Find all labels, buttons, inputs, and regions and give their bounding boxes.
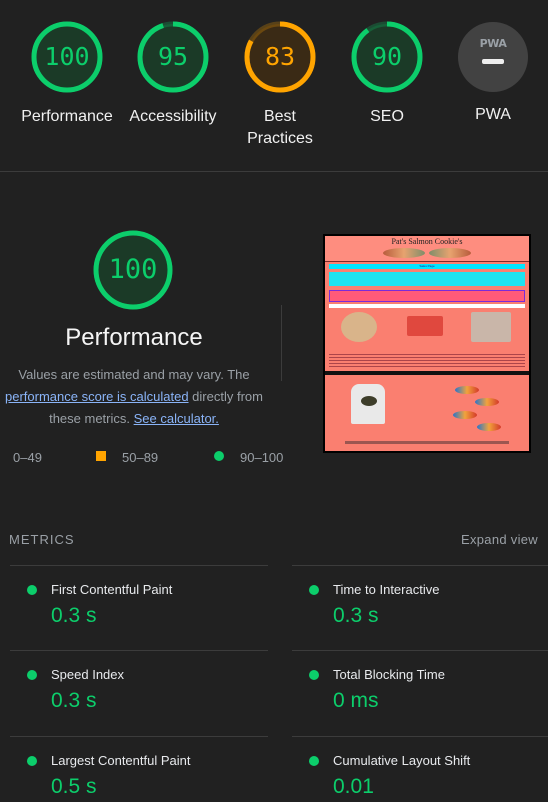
pwa-dash-icon [482,59,504,64]
gauge-label: Accessibility [129,108,217,125]
metric-name: Time to Interactive [333,582,440,597]
score-ring: 90 [350,20,424,94]
score-value: 100 [44,42,90,71]
score-calculated-link[interactable]: performance score is calculated [5,389,189,404]
score-value: 95 [157,42,189,71]
legend-average: 50–89 [122,450,159,465]
fish-art-image [475,398,499,406]
legend-fail: 0–49 [13,450,42,465]
screenshot-title: Pat's Salmon Cookie's [391,237,463,246]
score-legend: 0–49 50–89 90–100 [0,448,290,468]
pwa-badge: PWA [458,22,528,92]
score-ring: 83 [243,20,317,94]
screenshot-table [329,272,525,286]
metric-value: 0 ms [333,689,379,712]
metric-speed-index: Speed Index 0.3 s [10,650,268,734]
pwa-badge-text: PWA [479,37,507,50]
screenshot-nav-label: Sales Page [419,264,435,268]
divider [281,305,282,381]
pass-dot-icon [27,585,37,595]
screenshot-row [329,304,525,308]
metric-largest-contentful-paint: Largest Contentful Paint 0.5 s [10,736,268,802]
final-screenshot[interactable]: Pat's Salmon Cookie's Sales Page [323,234,531,453]
metric-value: 0.3 s [333,604,379,627]
cookie-image [341,312,377,342]
gauge-accessibility[interactable]: 95 Accessibility [118,20,228,128]
salmon-image [429,248,471,258]
tshirt-print [361,396,377,406]
pass-dot-icon [27,670,37,680]
fail-triangle-icon [0,451,12,463]
score-value: 90 [371,42,403,71]
gauge-best-practices[interactable]: 83 Best Practices [225,20,335,150]
desc-text: Values are estimated and may vary. The [18,367,250,382]
screenshot-divider [325,371,529,375]
fish-art-image [455,386,479,394]
gauge-label: Performance [21,108,113,125]
performance-title: Performance [65,324,203,351]
score-value: 83 [264,42,296,71]
category-gauges: 100 Performance 95 Accessibility 83 Best… [0,0,548,172]
expand-view-toggle[interactable]: Expand view [461,532,538,547]
metric-value: 0.3 s [51,689,97,712]
fish-art-image [477,423,501,431]
score-ring: 95 [136,20,210,94]
performance-description: Values are estimated and may vary. The p… [0,364,268,430]
people-image [471,312,511,342]
gauge-seo[interactable]: 90 SEO [332,20,442,128]
desc-text: directly from [192,389,263,404]
metrics-heading: METRICS [9,532,75,547]
pass-dot-icon [27,756,37,766]
metric-value: 0.3 s [51,604,97,627]
fish-art-image [453,411,477,419]
screenshot-paragraph [329,352,525,368]
screenshot-footer [345,441,509,444]
salmon-fillet-image [407,316,443,336]
metric-name: Total Blocking Time [333,667,445,682]
metric-first-contentful-paint: First Contentful Paint 0.3 s [10,565,268,649]
score-ring: 100 [30,20,104,94]
pass-dot-icon [214,451,224,461]
pass-dot-icon [309,756,319,766]
metric-name: Largest Contentful Paint [51,753,191,768]
average-square-icon [96,451,106,461]
metric-value: 0.01 [333,775,374,798]
gauge-label: Best Practices [247,108,313,147]
performance-score-value: 100 [108,254,158,285]
salmon-image [383,248,425,258]
metric-name: Speed Index [51,667,125,682]
gauge-pwa[interactable]: PWA PWA [438,20,548,126]
metric-total-blocking-time: Total Blocking Time 0 ms [292,650,548,734]
screenshot-nav: Sales Page [329,264,525,269]
gauge-performance[interactable]: 100 Performance [12,20,122,128]
metric-value: 0.5 s [51,775,97,798]
see-calculator-link[interactable]: See calculator. [134,411,219,426]
gauge-label: SEO [370,108,404,125]
metric-name: Cumulative Layout Shift [333,753,471,768]
screenshot-banner [329,290,525,302]
performance-section: 100 Performance Values are estimated and… [0,172,548,512]
performance-score-ring: 100 [92,229,174,311]
desc-text: these metrics. [49,411,130,426]
pass-dot-icon [309,585,319,595]
metric-time-to-interactive: Time to Interactive 0.3 s [292,565,548,649]
metric-cumulative-layout-shift: Cumulative Layout Shift 0.01 [292,736,548,802]
pass-dot-icon [309,670,319,680]
screenshot-header: Pat's Salmon Cookie's [325,236,529,262]
legend-pass: 90–100 [240,450,284,465]
gauge-label: PWA [475,106,511,123]
metric-name: First Contentful Paint [51,582,173,597]
